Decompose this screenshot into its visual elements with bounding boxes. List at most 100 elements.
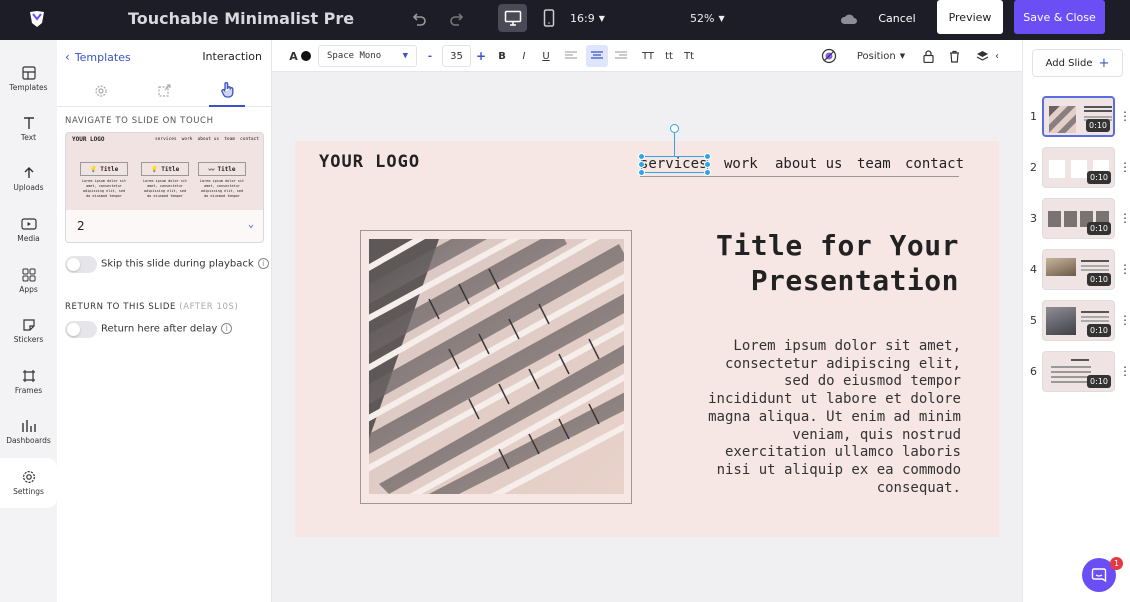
editor-canvas[interactable]: YOUR LOGO services work about us team co… <box>272 72 1022 602</box>
sidebar-item-frames[interactable]: Frames <box>0 357 57 407</box>
resize-handle[interactable] <box>638 161 645 168</box>
add-slide-button[interactable]: Add Slide + <box>1032 49 1123 77</box>
font-size-input[interactable]: 35 <box>442 45 471 67</box>
preview-button[interactable]: Preview <box>937 0 1003 34</box>
building-photo[interactable] <box>369 239 624 494</box>
slide-thumbnail-row[interactable]: 5 0:10 ⋮ <box>1023 300 1130 344</box>
return-heading: RETURN TO THIS SLIDE (AFTER 10S) <box>65 302 238 312</box>
align-right-button[interactable] <box>612 40 630 72</box>
preview-card-text: Lorem ipsum dolor sit amet, consectetur … <box>199 179 245 198</box>
more-options-icon[interactable]: ⋮ <box>1119 211 1130 225</box>
app-logo-icon[interactable] <box>26 8 48 30</box>
bold-button[interactable]: B <box>494 40 510 72</box>
sidebar-item-uploads[interactable]: Uploads <box>0 154 57 204</box>
align-left-button[interactable] <box>562 40 580 72</box>
slide-thumbnail-row[interactable]: 2 0:10 ⋮ <box>1023 147 1130 191</box>
more-options-icon[interactable]: ⋮ <box>1119 262 1130 276</box>
sidebar-item-templates[interactable]: Templates <box>0 54 57 104</box>
slide-thumbnail-row[interactable]: 6 0:10 ⋮ <box>1023 351 1130 395</box>
slide-thumbnail[interactable]: 0:10 <box>1042 147 1115 188</box>
font-size-decrease-button[interactable]: - <box>422 40 438 72</box>
slide-body[interactable]: Lorem ipsum dolor sit amet, consectetur … <box>708 338 961 497</box>
resize-handle[interactable] <box>638 169 645 176</box>
sidebar-item-text[interactable]: Text <box>0 104 57 154</box>
slide-thumbnail-row[interactable]: 1 0:10 ⋮ <box>1023 96 1130 140</box>
cloud-saved-icon <box>838 8 860 30</box>
slide-nav-contact[interactable]: contact <box>905 156 964 172</box>
skip-slide-label: Skip this slide during playback i <box>101 258 269 270</box>
sidebar-item-media[interactable]: Media <box>0 205 57 255</box>
resize-handle[interactable] <box>704 161 711 168</box>
back-to-templates-link[interactable]: ‹ Templates <box>65 50 131 64</box>
info-icon[interactable]: i <box>257 258 269 269</box>
skip-slide-text: Skip this slide during playback <box>101 258 254 270</box>
uppercase-button[interactable]: TT <box>638 40 658 72</box>
cancel-button[interactable]: Cancel <box>872 6 922 30</box>
resize-handle[interactable] <box>704 169 711 176</box>
sidebar-item-stickers[interactable]: Stickers <box>0 306 57 356</box>
rotate-handle-icon[interactable] <box>670 124 679 133</box>
save-close-button[interactable]: Save & Close <box>1014 0 1105 34</box>
italic-button[interactable]: I <box>516 40 532 72</box>
slide-thumbnail[interactable]: 0:10 <box>1042 351 1115 392</box>
selection-box[interactable] <box>641 156 708 173</box>
more-options-icon[interactable]: ⋮ <box>1119 109 1130 123</box>
slide-logo[interactable]: YOUR LOGO <box>319 152 420 172</box>
delete-button[interactable] <box>946 40 962 72</box>
slide-thumbnail[interactable]: 0:10 <box>1042 249 1115 290</box>
underline-button[interactable]: U <box>538 40 554 72</box>
slide-thumbnail[interactable]: 0:10 <box>1042 198 1115 239</box>
slide-thumbnail[interactable]: 0:10 <box>1042 300 1115 341</box>
redo-icon[interactable] <box>446 8 468 30</box>
slide-thumbnail-row[interactable]: 3 0:10 ⋮ <box>1023 198 1130 242</box>
slide-nav-team[interactable]: team <box>857 156 891 172</box>
lowercase-button[interactable]: tt <box>660 40 678 72</box>
zoom-select[interactable]: 52% ▼ <box>690 8 725 28</box>
skip-slide-toggle[interactable] <box>65 256 97 273</box>
titlecase-button[interactable]: Tt <box>680 40 698 72</box>
lock-button[interactable] <box>920 40 936 72</box>
text-color-button[interactable]: A <box>286 40 314 72</box>
navigate-heading: NAVIGATE TO SLIDE ON TOUCH <box>65 116 214 126</box>
sidebar-item-label: Uploads <box>13 183 44 192</box>
slide-thumbnail-row[interactable]: 4 0:10 ⋮ <box>1023 249 1130 293</box>
mobile-view-button[interactable] <box>538 6 560 30</box>
slide[interactable]: YOUR LOGO services work about us team co… <box>295 124 999 537</box>
return-after-delay-toggle[interactable] <box>65 321 97 338</box>
layers-button[interactable] <box>974 40 990 72</box>
presentation-title[interactable]: Touchable Minimalist Pre <box>128 7 354 29</box>
more-options-icon[interactable]: ⋮ <box>1119 364 1130 378</box>
text-color-letter: A <box>289 49 298 63</box>
font-size-increase-button[interactable]: + <box>473 40 489 72</box>
sidebar-item-apps[interactable]: Apps <box>0 256 57 306</box>
preview-nav-item: team <box>224 137 236 142</box>
upload-icon <box>24 167 33 178</box>
slide-thumbnail[interactable]: 0:10 <box>1042 96 1115 137</box>
trash-icon <box>949 50 959 63</box>
body-line: consequat. <box>876 479 961 496</box>
more-options-icon[interactable]: ⋮ <box>1119 160 1130 174</box>
sidebar-item-dashboards[interactable]: Dashboards <box>0 407 57 457</box>
effects-button[interactable] <box>820 40 838 72</box>
slide-title[interactable]: Title for Your Presentation <box>716 228 959 298</box>
resize-handle[interactable] <box>638 153 645 160</box>
position-dropdown[interactable]: Position ▼ <box>854 40 908 72</box>
desktop-view-button[interactable] <box>498 4 527 32</box>
more-left-icon[interactable]: ‹ <box>992 40 1002 72</box>
tab-animation[interactable] <box>157 83 172 102</box>
sidebar-item-settings[interactable]: Settings <box>0 458 57 508</box>
tab-interaction[interactable] <box>209 75 245 107</box>
sidebar-item-label: Text <box>20 133 37 142</box>
align-center-button[interactable] <box>586 45 608 67</box>
info-icon[interactable]: i <box>221 323 233 334</box>
font-family-select[interactable]: Space Mono ▼ <box>318 45 417 67</box>
tab-general-settings[interactable] <box>94 83 108 102</box>
slide-nav-about[interactable]: about us <box>775 156 842 172</box>
undo-icon[interactable] <box>408 8 430 30</box>
slide-nav-work[interactable]: work <box>724 156 758 172</box>
target-slide-select[interactable]: YOUR LOGO services work about us team co… <box>65 132 264 243</box>
more-options-icon[interactable]: ⋮ <box>1119 313 1130 327</box>
resize-handle[interactable] <box>704 153 711 160</box>
gear-icon <box>95 85 107 97</box>
aspect-ratio-select[interactable]: 16:9 ▼ <box>570 8 605 28</box>
